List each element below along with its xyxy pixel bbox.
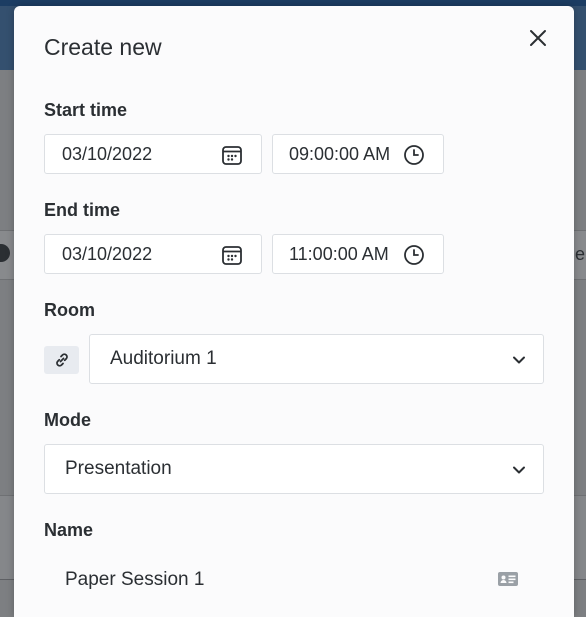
chevron-down-icon (513, 356, 525, 364)
mode-selected-value: Presentation (65, 458, 172, 479)
dialog-title: Create new (44, 34, 162, 60)
start-time-label: Start time (44, 100, 128, 120)
end-date-value: 03/10/2022 (62, 243, 153, 264)
end-time-label: End time (44, 200, 121, 220)
close-icon (530, 30, 546, 46)
room-label: Room (44, 300, 95, 320)
room-link-button[interactable] (44, 346, 79, 374)
start-time-input[interactable]: 09:00:00 AM (272, 134, 444, 174)
room-selected-value: Auditorium 1 (110, 348, 217, 369)
calendar-icon[interactable] (221, 244, 243, 266)
start-date-value: 03/10/2022 (62, 143, 153, 164)
link-icon (55, 353, 68, 367)
start-date-input[interactable]: 03/10/2022 (44, 134, 262, 174)
end-time-value: 11:00:00 AM (289, 243, 389, 264)
id-card-icon (498, 572, 518, 586)
room-select[interactable]: Auditorium 1 (89, 334, 544, 384)
calendar-icon[interactable] (221, 144, 243, 166)
background-text-fragment: e (575, 244, 586, 264)
name-input[interactable]: Paper Session 1 (65, 569, 204, 591)
mode-select[interactable]: Presentation (44, 444, 544, 494)
end-time-input[interactable]: 11:00:00 AM (272, 234, 444, 274)
close-button[interactable] (526, 26, 550, 50)
create-new-dialog: Create new Start time 03/10/2022 09:00:0… (14, 6, 574, 617)
mode-label: Mode (44, 410, 91, 430)
name-label: Name (44, 520, 94, 540)
chevron-down-icon (513, 466, 525, 474)
clock-icon[interactable] (403, 144, 425, 166)
clock-icon[interactable] (403, 244, 425, 266)
end-date-input[interactable]: 03/10/2022 (44, 234, 262, 274)
start-time-value: 09:00:00 AM (289, 143, 391, 164)
